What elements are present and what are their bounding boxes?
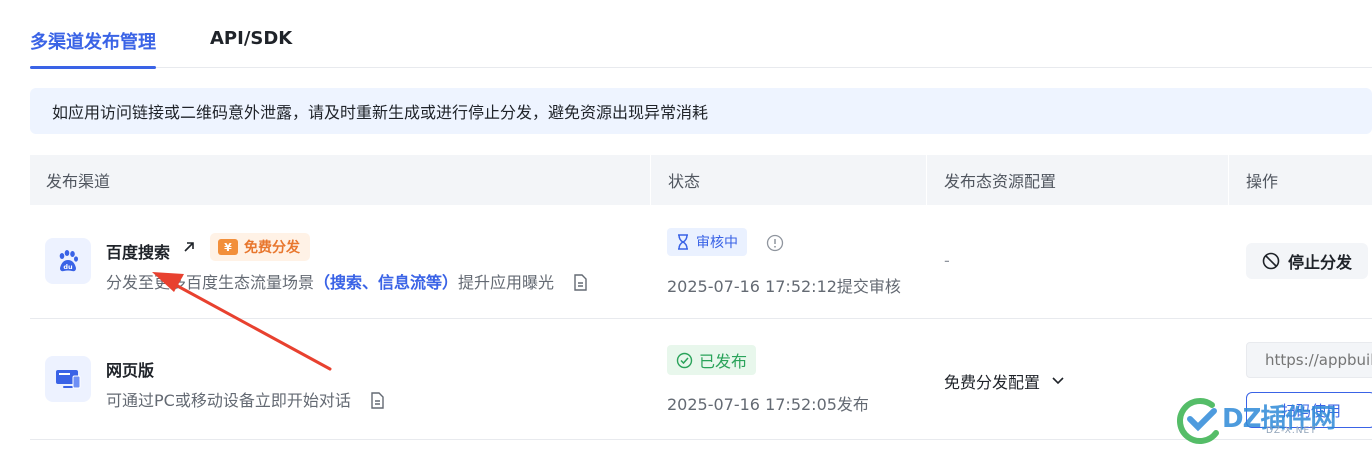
prohibit-icon [1262,252,1280,270]
desc-prefix: 分发至更多百度生态流量场景 [106,273,315,292]
monitor-icon [45,356,91,402]
document-icon[interactable] [573,274,588,295]
desc-suffix: 提升应用曝光 [458,273,555,292]
svg-text:du: du [63,263,73,271]
check-circle-icon [676,352,693,368]
badge-label: 免费分发 [244,240,300,256]
status-label: 审核中 [696,235,738,251]
column-divider [1228,155,1229,205]
app-url-field[interactable] [1246,342,1372,378]
header-resource-config: 发布态资源配置 [944,172,1057,191]
channel-description: 可通过PC或移动设备立即开始对话 [106,387,385,413]
resource-config-empty: - [944,251,950,270]
watermark-sub: DZ-X.NET [1266,426,1317,436]
channel-title-web: 网页版 [106,361,155,380]
resource-config-label: 免费分发配置 [944,373,1041,392]
header-channel: 发布渠道 [46,172,111,191]
notice-text: 如应用访问链接或二维码意外泄露，请及时重新生成或进行停止分发，避免资源出现异常消… [52,103,709,122]
desc-highlight: （搜索、信息流等） [314,273,459,292]
free-distribution-config-dropdown[interactable]: 免费分发配置 [944,369,1064,393]
stop-distribution-button[interactable]: 停止分发 [1246,243,1368,279]
external-link-icon[interactable] [182,239,196,258]
ticket-icon: ¥ [218,239,238,255]
info-icon[interactable] [766,234,784,256]
tab-api-sdk[interactable]: API/SDK [210,28,292,49]
table-row: du 百度搜索 ¥ 免费分发 分发至更多百度生态流量场景（搜索、信息流等）提升应… [30,205,1372,319]
status-time: 2025-07-16 17:52:12提交审核 [667,277,901,296]
document-icon[interactable] [370,392,385,413]
table-row: 网页版 可通过PC或移动设备立即开始对话 已发布 2025-07-16 17:5… [30,319,1372,440]
tab-multichannel-publish[interactable]: 多渠道发布管理 [30,28,156,69]
column-divider [926,155,927,205]
hourglass-icon [678,234,688,250]
baidu-paw-icon: du [45,238,91,284]
status-badge-reviewing: 审核中 [667,228,747,256]
header-status: 状态 [668,172,701,191]
free-distribution-badge: ¥ 免费分发 [210,233,310,261]
channel-description: 分发至更多百度生态流量场景（搜索、信息流等）提升应用曝光 [106,269,588,295]
desc-text: 可通过PC或移动设备立即开始对话 [106,391,351,410]
tab-bar: 多渠道发布管理 API/SDK [30,0,1372,69]
stop-distribution-label: 停止分发 [1287,253,1352,272]
chevron-down-icon [1052,377,1064,385]
table-header: 发布渠道 状态 发布态资源配置 操作 [30,155,1372,205]
status-label: 已发布 [699,352,748,371]
status-time: 2025-07-16 17:52:05发布 [667,395,869,414]
column-divider [650,155,651,205]
channel-title-baidu: 百度搜索 [106,243,171,262]
header-actions: 操作 [1246,172,1279,191]
status-badge-published: 已发布 [667,345,757,375]
notice-banner: 如应用访问链接或二维码意外泄露，请及时重新生成或进行停止分发，避免资源出现异常消… [30,88,1372,134]
